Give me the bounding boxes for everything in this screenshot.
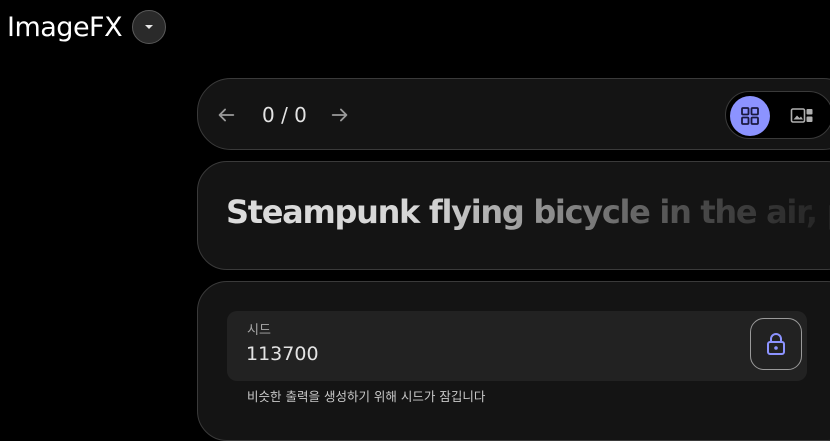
prompt-text[interactable]: Steampunk flying bicycle in the air, pow… bbox=[226, 193, 830, 231]
seed-label: 시드 bbox=[247, 323, 271, 338]
settings-card: 시드 113700 비슷한 출력을 생성하기 위해 시드가 잠깁니다 bbox=[197, 281, 830, 441]
previous-image-button[interactable] bbox=[212, 101, 240, 129]
caret-down-icon bbox=[145, 25, 154, 29]
arrow-left-icon bbox=[218, 108, 235, 122]
view-mode-toggle bbox=[725, 91, 830, 139]
seed-lock-button[interactable] bbox=[750, 318, 802, 370]
single-view-button[interactable] bbox=[782, 96, 822, 136]
arrow-right-icon bbox=[331, 108, 348, 122]
seed-field[interactable]: 시드 113700 bbox=[227, 311, 807, 381]
prompt-card[interactable]: Steampunk flying bicycle in the air, pow… bbox=[197, 161, 830, 270]
lock-icon bbox=[767, 333, 785, 355]
app-menu-dropdown-button[interactable] bbox=[132, 10, 167, 44]
image-navigation-bar: 0 / 0 bbox=[197, 78, 830, 150]
app-title: ImageFX bbox=[7, 11, 123, 43]
next-image-button[interactable] bbox=[326, 101, 354, 129]
app-header: ImageFX bbox=[7, 10, 167, 44]
image-counter: 0 / 0 bbox=[262, 103, 307, 127]
single-view-icon bbox=[790, 108, 813, 123]
grid-view-icon bbox=[741, 107, 759, 125]
grid-view-button[interactable] bbox=[730, 96, 770, 136]
seed-helper-text: 비슷한 출력을 생성하기 위해 시드가 잠깁니다 bbox=[247, 389, 486, 404]
seed-input[interactable]: 113700 bbox=[246, 343, 319, 365]
